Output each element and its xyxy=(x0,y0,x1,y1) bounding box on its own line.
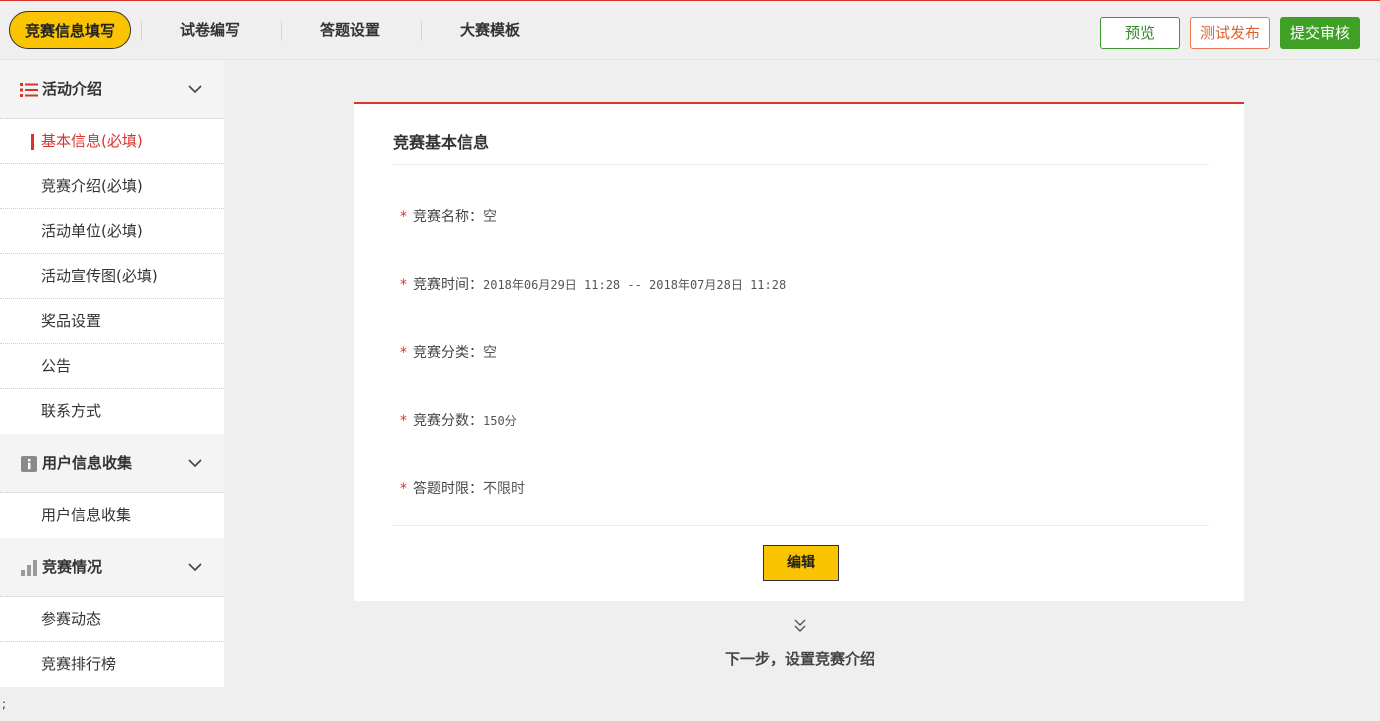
chevron-down-icon[interactable] xyxy=(188,562,202,572)
edit-button[interactable]: 编辑 xyxy=(763,545,839,581)
tab-exam-writing[interactable]: 试卷编写 xyxy=(150,11,270,49)
field-label: 竞赛时间： xyxy=(413,277,483,293)
field-value: 空 xyxy=(483,345,497,361)
next-step-label: 下一步，设置竞赛介绍 xyxy=(724,650,875,668)
info-icon xyxy=(21,456,37,472)
chevron-down-icon[interactable] xyxy=(188,458,202,468)
field-label: 答题时限： xyxy=(413,481,483,497)
required-mark: * xyxy=(400,277,407,293)
field-competition-time: * 竞赛时间：2018年06月29日 11:28 -- 2018年07月28日 1… xyxy=(400,274,786,294)
required-mark: * xyxy=(400,209,407,225)
sidebar-section-title: 用户信息收集 xyxy=(42,454,133,472)
required-mark: * xyxy=(400,345,407,361)
sidebar-section-competition-status[interactable]: 竞赛情况 xyxy=(0,538,224,597)
sidebar-item-participation-activity[interactable]: 参赛动态 xyxy=(0,597,224,642)
sidebar-item-prize-settings[interactable]: 奖品设置 xyxy=(0,299,224,344)
double-chevron-down-icon xyxy=(794,619,806,632)
sidebar-item-user-info-collection[interactable]: 用户信息收集 xyxy=(0,493,224,538)
field-value: 不限时 xyxy=(483,481,525,497)
tab-separator xyxy=(141,21,142,41)
sidebar-item-basic-info[interactable]: 基本信息(必填) xyxy=(0,119,224,164)
submit-review-button[interactable]: 提交审核 xyxy=(1280,17,1360,49)
sidebar-item-contact[interactable]: 联系方式 xyxy=(0,389,224,434)
field-competition-score: * 竞赛分数：150分 xyxy=(400,410,517,430)
sidebar-item-announcement[interactable]: 公告 xyxy=(0,344,224,389)
preview-button[interactable]: 预览 xyxy=(1100,17,1180,49)
sidebar-section-user-info[interactable]: 用户信息收集 xyxy=(0,434,224,493)
sidebar-item-leaderboard[interactable]: 竞赛排行榜 xyxy=(0,642,224,687)
divider xyxy=(393,525,1209,526)
sidebar-item-competition-intro[interactable]: 竞赛介绍(必填) xyxy=(0,164,224,209)
field-value: 150分 xyxy=(483,414,517,428)
field-label: 竞赛分数： xyxy=(413,413,483,429)
card-title: 竞赛基本信息 xyxy=(393,133,490,152)
next-step-link[interactable]: 下一步，设置竞赛介绍 xyxy=(700,618,900,668)
tab-contest-template[interactable]: 大赛模板 xyxy=(430,11,550,49)
sidebar-section-title: 活动介绍 xyxy=(42,80,103,98)
test-publish-button[interactable]: 测试发布 xyxy=(1190,17,1270,49)
tab-answer-settings[interactable]: 答题设置 xyxy=(290,11,410,49)
chevron-down-icon[interactable] xyxy=(188,84,202,94)
tab-competition-info[interactable]: 竞赛信息填写 xyxy=(9,11,131,49)
divider xyxy=(393,164,1209,165)
required-mark: * xyxy=(400,413,407,429)
sidebar-item-organizers[interactable]: 活动单位(必填) xyxy=(0,209,224,254)
field-value: 空 xyxy=(483,209,497,225)
stray-text: ; xyxy=(2,697,7,711)
tab-separator xyxy=(281,21,282,41)
sidebar: 活动介绍 基本信息(必填) 竞赛介绍(必填) 活动单位(必填) 活动宣传图(必填… xyxy=(0,60,224,687)
basic-info-card: 竞赛基本信息 * 竞赛名称：空 * 竞赛时间：2018年06月29日 11:28 -… xyxy=(354,102,1244,601)
sidebar-item-promo-image[interactable]: 活动宣传图(必填) xyxy=(0,254,224,299)
field-competition-name: * 竞赛名称：空 xyxy=(400,206,497,226)
field-value: 2018年06月29日 11:28 -- 2018年07月28日 11:28 xyxy=(483,278,787,292)
sidebar-section-activity-intro[interactable]: 活动介绍 xyxy=(0,60,224,119)
list-icon xyxy=(20,83,38,97)
field-label: 竞赛分类： xyxy=(413,345,483,361)
field-answer-time-limit: * 答题时限：不限时 xyxy=(400,478,525,498)
field-competition-category: * 竞赛分类：空 xyxy=(400,342,497,362)
sidebar-section-title: 竞赛情况 xyxy=(42,558,103,576)
bar-chart-icon xyxy=(21,560,37,576)
required-mark: * xyxy=(400,481,407,497)
tab-separator xyxy=(421,21,422,41)
field-label: 竞赛名称： xyxy=(413,209,483,225)
top-toolbar: 竞赛信息填写 试卷编写 答题设置 大赛模板 预览 测试发布 提交审核 xyxy=(0,0,1380,60)
